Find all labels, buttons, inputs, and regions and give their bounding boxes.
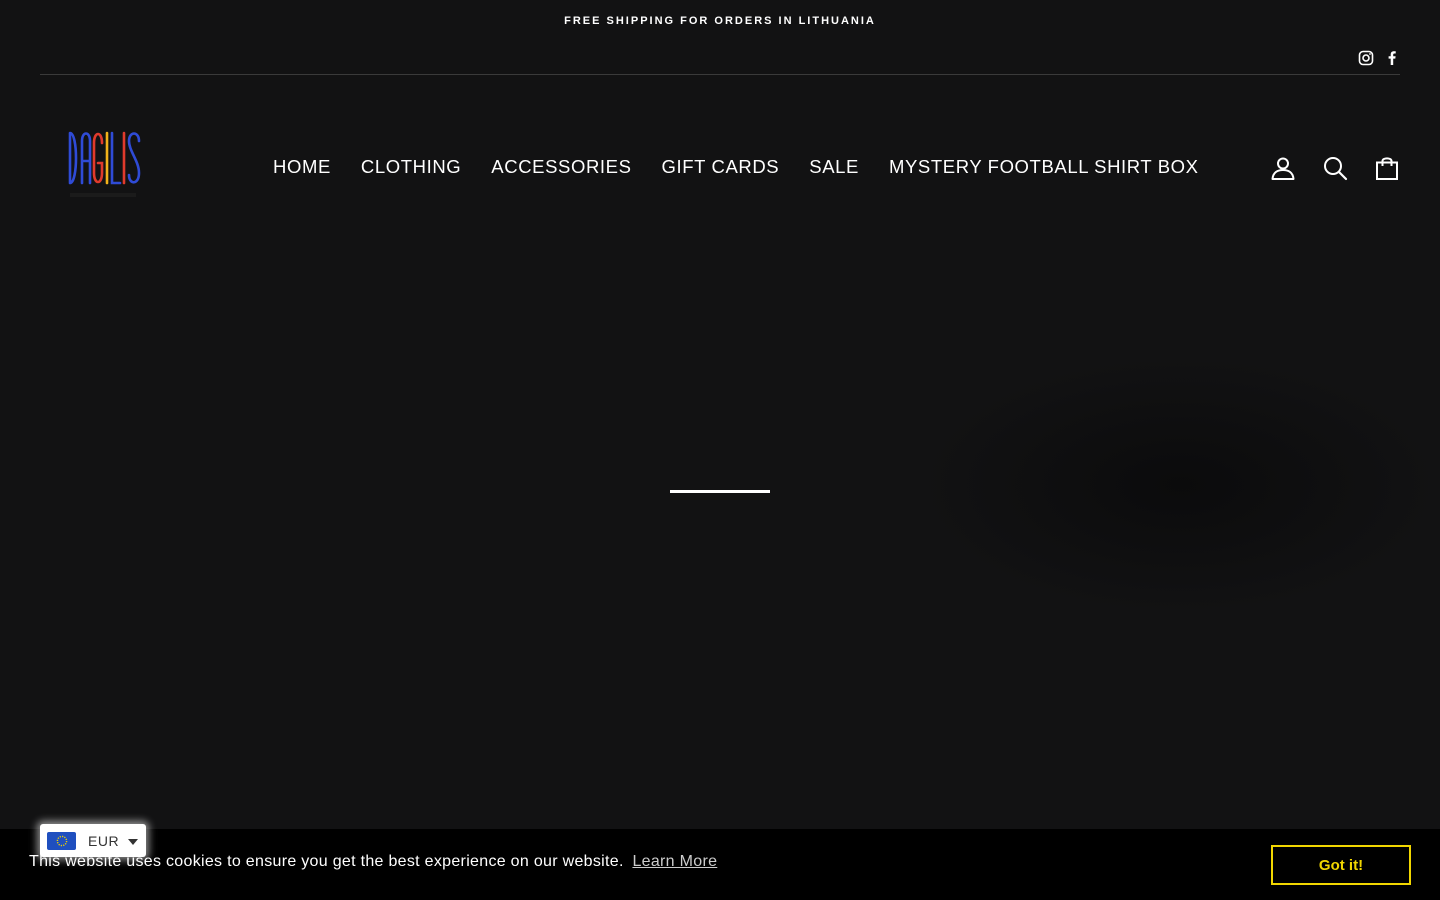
- loading-bar: [670, 490, 770, 493]
- announcement-bar: FREE SHIPPING FOR ORDERS IN LITHUANIA: [0, 0, 1440, 42]
- currency-selector[interactable]: EUR: [40, 824, 146, 857]
- social-links: [40, 42, 1400, 75]
- search-icon[interactable]: [1322, 155, 1348, 181]
- instagram-icon[interactable]: [1358, 50, 1374, 66]
- nav-item-sale[interactable]: SALE: [794, 156, 874, 178]
- nav-item-clothing[interactable]: CLOTHING: [346, 156, 476, 178]
- cookie-learn-more-link[interactable]: Learn More: [632, 853, 717, 870]
- chevron-down-icon: [128, 839, 139, 845]
- facebook-icon[interactable]: [1384, 50, 1400, 66]
- nav-item-gift-cards[interactable]: GIFT CARDS: [647, 156, 795, 178]
- cart-icon[interactable]: [1374, 155, 1400, 181]
- nav-item-home[interactable]: HOME: [258, 156, 346, 178]
- account-icon[interactable]: [1270, 155, 1296, 181]
- eu-flag-icon: [47, 831, 76, 850]
- currency-code: EUR: [88, 832, 120, 849]
- hero-section: [0, 265, 1440, 830]
- nav-item-mystery-box[interactable]: MYSTERY FOOTBALL SHIRT BOX: [874, 156, 1214, 178]
- main-navigation: HOME CLOTHING ACCESSORIES GIFT CARDS SAL…: [258, 156, 1214, 178]
- announcement-text: FREE SHIPPING FOR ORDERS IN LITHUANIA: [564, 15, 876, 27]
- cookie-accept-button[interactable]: Got it!: [1271, 845, 1411, 885]
- site-header: HOME CLOTHING ACCESSORIES GIFT CARDS SAL…: [0, 75, 1440, 265]
- nav-item-accessories[interactable]: ACCESSORIES: [476, 156, 646, 178]
- brand-logo[interactable]: [66, 131, 146, 203]
- header-actions: [1270, 155, 1400, 181]
- cookie-banner: This website uses cookies to ensure you …: [0, 829, 1440, 900]
